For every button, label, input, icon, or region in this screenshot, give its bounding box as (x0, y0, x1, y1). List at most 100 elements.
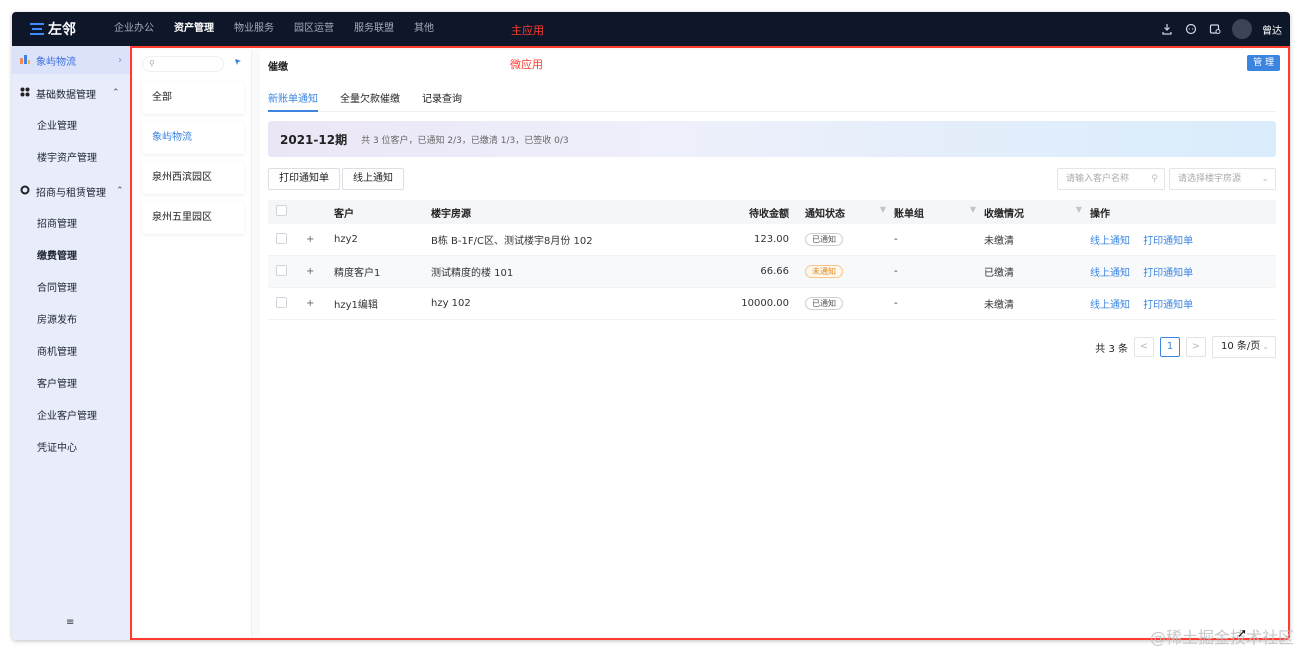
nav-item-property[interactable]: 物业服务 (224, 12, 284, 46)
chevron-up-icon: ⌃ (116, 186, 124, 196)
logo-mark-icon (30, 22, 44, 36)
pagination: 共 3 条 < 1 > 10 条/页 ⌄ (1095, 336, 1276, 358)
col-customer: 客户 (334, 208, 354, 220)
cell-actions: 线上通知 打印通知单 (1090, 296, 1276, 311)
pin-icon[interactable] (234, 58, 243, 70)
filter-icon[interactable]: ▼ (970, 205, 976, 214)
print-notice-button[interactable]: 打印通知单 (268, 168, 340, 190)
sidebar-group-label: 基础数据管理 (36, 89, 96, 101)
watermark: @稀土掘金技术社区 (1149, 628, 1294, 647)
tab-record-query[interactable]: 记录查询 (422, 90, 462, 112)
tab-bar: 新账单通知 全量欠款催缴 记录查询 (268, 90, 1276, 112)
col-amount: 待收金额 (749, 208, 789, 220)
online-notice-link[interactable]: 线上通知 (1090, 268, 1130, 279)
cell-group: - (894, 234, 898, 245)
cell-room: 测试精度的楼 101 (431, 268, 514, 279)
main-app-label: 主应用 (511, 24, 544, 37)
bill-table: 客户 楼宇房源 待收金额 通知状态 ▼ 账单组 ▼ 收缴情况 ▼ 操作 + hz… (268, 200, 1276, 320)
logo-text: 左邻 (48, 22, 76, 38)
sidebar-item-listing[interactable]: 房源发布 (12, 302, 130, 334)
manage-button[interactable]: 管 理 (1247, 55, 1280, 71)
current-park-selector[interactable]: 象屿物流 › (12, 46, 130, 74)
expand-button[interactable]: + (294, 234, 334, 245)
page-1-button[interactable]: 1 (1160, 337, 1180, 357)
row-checkbox[interactable] (268, 264, 294, 279)
cell-payment: 已缴清 (984, 268, 1014, 279)
table-header: 客户 楼宇房源 待收金额 通知状态 ▼ 账单组 ▼ 收缴情况 ▼ 操作 (268, 200, 1276, 224)
table-row: + hzy1编辑 hzy 102 10000.00 已通知 - 未缴清 线上通知… (268, 288, 1276, 320)
col-group: 账单组 (894, 208, 924, 220)
park-search-input[interactable]: ⚲ (142, 56, 224, 72)
online-notice-link[interactable]: 线上通知 (1090, 236, 1130, 247)
filter-icon[interactable]: ▼ (880, 205, 886, 214)
next-page-button[interactable]: > (1186, 337, 1206, 357)
online-notice-button[interactable]: 线上通知 (342, 168, 404, 190)
app-window: 左邻 企业办公 资产管理 物业服务 园区运营 服务联盟 其他 主应用 曾达 象屿… (12, 12, 1290, 640)
search-icon: ⚲ (149, 59, 155, 68)
cell-status: 已通知 (789, 297, 894, 310)
room-select[interactable]: 请选择楼宇房源 ⌄ (1169, 168, 1276, 190)
sidebar-group-basic-data[interactable]: 基础数据管理 ⌃ (12, 78, 130, 108)
nav-item-office[interactable]: 企业办公 (104, 12, 164, 46)
collapse-menu-icon[interactable]: ≡ (66, 617, 74, 628)
expand-button[interactable]: + (294, 298, 334, 309)
col-payment: 收缴情况 (984, 208, 1024, 220)
customer-search-input[interactable]: 请输入客户名称 ⚲ (1057, 168, 1165, 190)
park-list-panel: ⚲ 全部 象屿物流 泉州西滨园区 泉州五里园区 (134, 50, 252, 636)
park-item-all[interactable]: 全部 (142, 82, 244, 114)
col-status-cell: 通知状态 ▼ (789, 205, 894, 220)
sidebar-group-leasing[interactable]: 招商与租赁管理 ⌃ (12, 176, 130, 206)
page-title: 催缴 (268, 62, 288, 73)
select-all-checkbox[interactable] (268, 205, 294, 219)
tab-full-arrears[interactable]: 全量欠款催缴 (340, 90, 400, 112)
nav-item-park-ops[interactable]: 园区运营 (284, 12, 344, 46)
sidebar-item-voucher[interactable]: 凭证中心 (12, 430, 130, 462)
notification-icon[interactable] (1208, 22, 1222, 36)
tab-new-bill-notice[interactable]: 新账单通知 (268, 90, 318, 112)
chevron-down-icon: ⌄ (1261, 174, 1269, 184)
micro-app-label: 微应用 (510, 58, 543, 71)
expand-button[interactable]: + (294, 266, 334, 277)
park-item-xibin[interactable]: 泉州西滨园区 (142, 162, 244, 194)
avatar[interactable] (1232, 19, 1252, 39)
print-notice-link[interactable]: 打印通知单 (1143, 236, 1193, 247)
page-size-value: 10 条/页 (1221, 341, 1261, 352)
online-notice-link[interactable]: 线上通知 (1090, 300, 1130, 311)
col-room: 楼宇房源 (431, 208, 471, 220)
table-row: + hzy2 B栋 B-1F/C区、测试楼宇8月份 102 123.00 已通知… (268, 224, 1276, 256)
sidebar-item-enterprise-customer[interactable]: 企业客户管理 (12, 398, 130, 430)
sidebar-item-investment[interactable]: 招商管理 (12, 206, 130, 238)
sidebar-item-contract[interactable]: 合同管理 (12, 270, 130, 302)
page-size-select[interactable]: 10 条/页 ⌄ (1212, 336, 1276, 358)
chat-icon[interactable] (1184, 22, 1198, 36)
row-checkbox[interactable] (268, 296, 294, 311)
download-icon[interactable] (1160, 22, 1174, 36)
nav-item-other[interactable]: 其他 (404, 12, 444, 46)
filter-icon[interactable]: ▼ (1076, 205, 1082, 214)
room-select-placeholder: 请选择楼宇房源 (1178, 174, 1242, 184)
sidebar-item-opportunity[interactable]: 商机管理 (12, 334, 130, 366)
row-checkbox[interactable] (268, 232, 294, 247)
sidebar-item-payment[interactable]: 缴费管理 (12, 238, 130, 270)
cell-amount: 123.00 (754, 234, 789, 245)
park-item-xiangyu[interactable]: 象屿物流 (142, 122, 244, 154)
nav-item-alliance[interactable]: 服务联盟 (344, 12, 404, 46)
sidebar-item-customer[interactable]: 客户管理 (12, 366, 130, 398)
logo[interactable]: 左邻 (30, 18, 76, 40)
grid-icon (20, 87, 30, 100)
cell-payment: 未缴清 (984, 300, 1014, 311)
prev-page-button[interactable]: < (1134, 337, 1154, 357)
period-summary: 共 3 位客户，已通知 2/3，已缴清 1/3，已签收 0/3 (361, 135, 569, 146)
period-title: 2021-12期 (280, 132, 348, 147)
print-notice-link[interactable]: 打印通知单 (1143, 268, 1193, 279)
sidebar-item-enterprise[interactable]: 企业管理 (12, 108, 130, 140)
username[interactable]: 曾达 (1262, 22, 1282, 37)
cell-customer: hzy2 (334, 234, 358, 245)
main-nav: 企业办公 资产管理 物业服务 园区运营 服务联盟 其他 (104, 12, 444, 46)
status-badge: 已通知 (805, 297, 843, 310)
cell-actions: 线上通知 打印通知单 (1090, 232, 1276, 247)
nav-item-assets[interactable]: 资产管理 (164, 12, 224, 46)
park-item-wuli[interactable]: 泉州五里园区 (142, 202, 244, 234)
sidebar-item-building-assets[interactable]: 楼宇资产管理 (12, 140, 130, 172)
print-notice-link[interactable]: 打印通知单 (1143, 300, 1193, 311)
